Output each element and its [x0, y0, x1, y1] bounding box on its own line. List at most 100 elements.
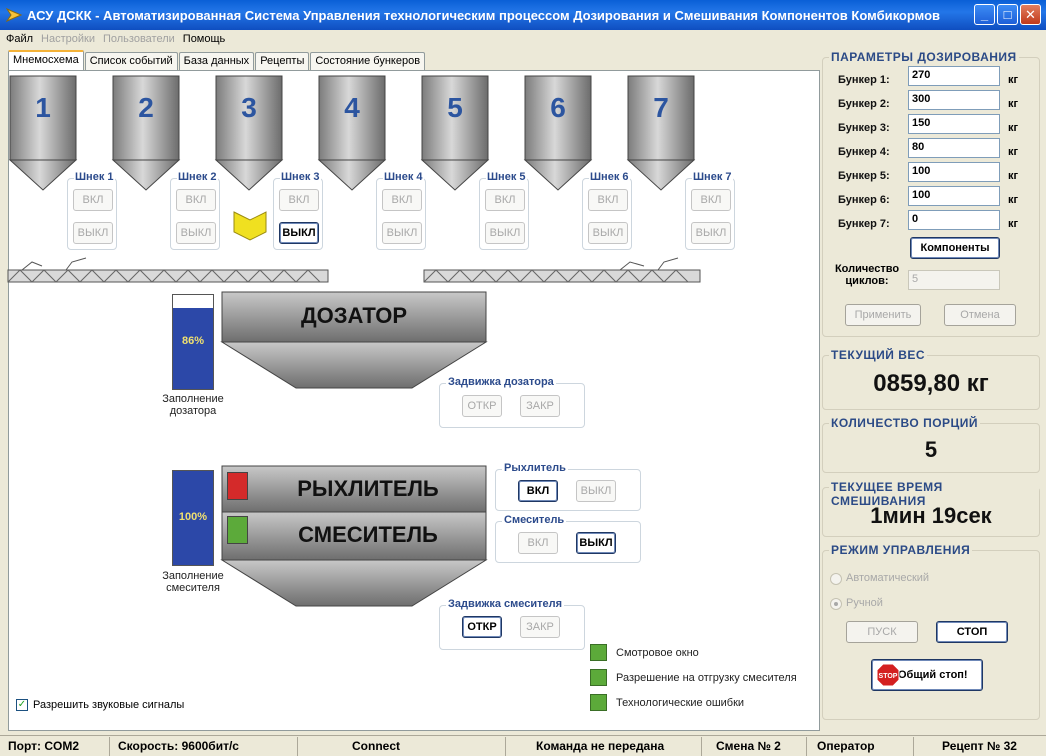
- manual-mode-radio[interactable]: [830, 598, 842, 610]
- bunker-4-label: Бункер 4:: [838, 146, 890, 158]
- cycles-label: Количество циклов:: [828, 263, 906, 287]
- bunker-5-input[interactable]: 100: [908, 162, 1000, 182]
- screw-7-group: Шнек 7 ВКЛ ВЫКЛ: [685, 171, 735, 250]
- menu-help[interactable]: Помощь: [183, 33, 226, 45]
- screw-4-off-button[interactable]: ВЫКЛ: [382, 222, 422, 244]
- vessels-graphic: [220, 291, 488, 607]
- screw-4-on-button[interactable]: ВКЛ: [382, 189, 422, 211]
- dosator-fill-gauge: 86%: [172, 294, 214, 390]
- mixer-gate-open-button[interactable]: ОТКР: [462, 616, 502, 638]
- maximize-button[interactable]: □: [997, 4, 1018, 25]
- current-weight-value: 0859,80 кг: [873, 370, 989, 397]
- screw-5-off-button[interactable]: ВЫКЛ: [485, 222, 525, 244]
- bunker-6-unit: кг: [1008, 194, 1019, 206]
- mixer-gate-close-button[interactable]: ЗАКР: [520, 616, 560, 638]
- screw-7-on-button[interactable]: ВКЛ: [691, 189, 731, 211]
- screw-2-off-button[interactable]: ВЫКЛ: [176, 222, 216, 244]
- hopper-6-number: 6: [550, 92, 566, 123]
- bunker-7-unit: кг: [1008, 218, 1019, 230]
- params-title: ПАРАМЕТРЫ ДОЗИРОВАНИЯ: [829, 50, 1019, 64]
- bunker-6-input[interactable]: 100: [908, 186, 1000, 206]
- menu-file[interactable]: Файл: [6, 33, 33, 45]
- tab-mnemoscheme[interactable]: Мнемосхема: [8, 50, 84, 71]
- app-icon: [6, 8, 22, 22]
- loosener-on-button[interactable]: ВКЛ: [518, 480, 558, 502]
- status-recipe: Рецепт № 32: [942, 738, 1017, 753]
- screw-6-label: Шнек 6: [589, 171, 630, 183]
- mixer-title: СМЕСИТЕЛЬ: [298, 522, 438, 547]
- bunker-7-input[interactable]: 0: [908, 210, 1000, 230]
- bunker-2-input[interactable]: 300: [908, 90, 1000, 110]
- legend-unload-permit-indicator: [590, 669, 607, 686]
- screw-2-group: Шнек 2 ВКЛ ВЫКЛ: [170, 171, 220, 250]
- mixer-group-label: Смеситель: [502, 514, 567, 526]
- dosator-gate-open-button[interactable]: ОТКР: [462, 395, 502, 417]
- loosener-off-button[interactable]: ВЫКЛ: [576, 480, 616, 502]
- screw-3-on-button[interactable]: ВКЛ: [279, 189, 319, 211]
- tab-database[interactable]: База данных: [178, 52, 255, 70]
- hopper-4-number: 4: [344, 92, 360, 123]
- window-title: АСУ ДСКК - Автоматизированная Система Уп…: [27, 7, 941, 23]
- mixer-off-button[interactable]: ВЫКЛ: [576, 532, 616, 554]
- current-weight-title: ТЕКУЩИЙ ВЕС: [829, 348, 928, 362]
- screw-5-on-button[interactable]: ВКЛ: [485, 189, 525, 211]
- screw-5-group: Шнек 5 ВКЛ ВЫКЛ: [479, 171, 529, 250]
- bunker-3-unit: кг: [1008, 122, 1019, 134]
- legend-tech-errors-indicator: [590, 694, 607, 711]
- flow-indicator-icon: [233, 211, 267, 241]
- menu-bar: Файл Настройки Пользователи Помощь: [0, 30, 1046, 48]
- screw-3-group: Шнек 3 ВКЛ ВЫКЛ: [273, 171, 323, 250]
- status-command: Команда не передана: [506, 736, 702, 756]
- loosener-control-group: Рыхлитель ВКЛ ВЫКЛ: [495, 462, 641, 511]
- loosener-group-label: Рыхлитель: [502, 462, 568, 474]
- mixer-control-group: Смеситель ВКЛ ВЫКЛ: [495, 514, 641, 563]
- auto-mode-label[interactable]: Автоматический: [846, 572, 929, 584]
- screw-6-off-button[interactable]: ВЫКЛ: [588, 222, 628, 244]
- cycles-input[interactable]: 5: [908, 270, 1000, 290]
- mixer-on-button[interactable]: ВКЛ: [518, 532, 558, 554]
- mix-time-value: 1мин 19сек: [870, 503, 992, 528]
- mixer-fill-caption: Заполнение смесителя: [162, 570, 224, 594]
- menu-settings[interactable]: Настройки: [41, 33, 95, 45]
- bunker-1-unit: кг: [1008, 74, 1019, 86]
- sound-checkbox[interactable]: ✓: [16, 699, 28, 711]
- bunker-3-input[interactable]: 150: [908, 114, 1000, 134]
- cancel-button[interactable]: Отмена: [944, 304, 1016, 326]
- tab-event-list[interactable]: Список событий: [84, 52, 178, 70]
- dosator-fill-label: 86%: [181, 335, 205, 347]
- bunker-1-label: Бункер 1:: [838, 74, 890, 86]
- status-bar: Порт: COM2 Скорость: 9600бит/с Connect К…: [0, 735, 1046, 756]
- apply-button[interactable]: Применить: [845, 304, 921, 326]
- dosator-gate-close-button[interactable]: ЗАКР: [520, 395, 560, 417]
- manual-mode-label[interactable]: Ручной: [846, 597, 883, 609]
- minimize-button[interactable]: _: [974, 4, 995, 25]
- start-button[interactable]: ПУСК: [846, 621, 918, 643]
- mixer-fill-label: 100%: [178, 511, 208, 523]
- bunker-1-input[interactable]: 270: [908, 66, 1000, 86]
- stop-button[interactable]: СТОП: [936, 621, 1008, 643]
- portions-value: 5: [924, 437, 938, 462]
- tab-recipes[interactable]: Рецепты: [255, 52, 310, 70]
- components-button[interactable]: Компоненты: [910, 237, 1000, 259]
- screw-6-on-button[interactable]: ВКЛ: [588, 189, 628, 211]
- screw-2-on-button[interactable]: ВКЛ: [176, 189, 216, 211]
- screw-1-on-button[interactable]: ВКЛ: [73, 189, 113, 211]
- screw-1-off-button[interactable]: ВЫКЛ: [73, 222, 113, 244]
- menu-users[interactable]: Пользователи: [103, 33, 175, 45]
- screw-7-off-button[interactable]: ВЫКЛ: [691, 222, 731, 244]
- emergency-stop-label: Общий стоп!: [898, 669, 968, 681]
- cycles-label-line1: Количество: [834, 263, 900, 275]
- control-mode-title: РЕЖИМ УПРАВЛЕНИЯ: [829, 543, 973, 557]
- emergency-stop-button[interactable]: STOP Общий стоп!: [871, 659, 983, 691]
- sound-checkbox-label[interactable]: Разрешить звуковые сигналы: [33, 699, 184, 711]
- cycles-label-line2: циклов:: [845, 275, 889, 287]
- mixer-gate-group: Задвижка смесителя ОТКР ЗАКР: [439, 598, 585, 650]
- screw-2-label: Шнек 2: [177, 171, 218, 183]
- screw-3-off-button[interactable]: ВЫКЛ: [279, 222, 319, 244]
- close-button[interactable]: ✕: [1020, 4, 1041, 25]
- tab-bunker-state[interactable]: Состояние бункеров: [310, 52, 426, 70]
- bunker-4-input[interactable]: 80: [908, 138, 1000, 158]
- stop-sign-text: STOP: [879, 673, 898, 680]
- mixer-fill-gauge: 100%: [172, 470, 214, 566]
- auto-mode-radio[interactable]: [830, 573, 842, 585]
